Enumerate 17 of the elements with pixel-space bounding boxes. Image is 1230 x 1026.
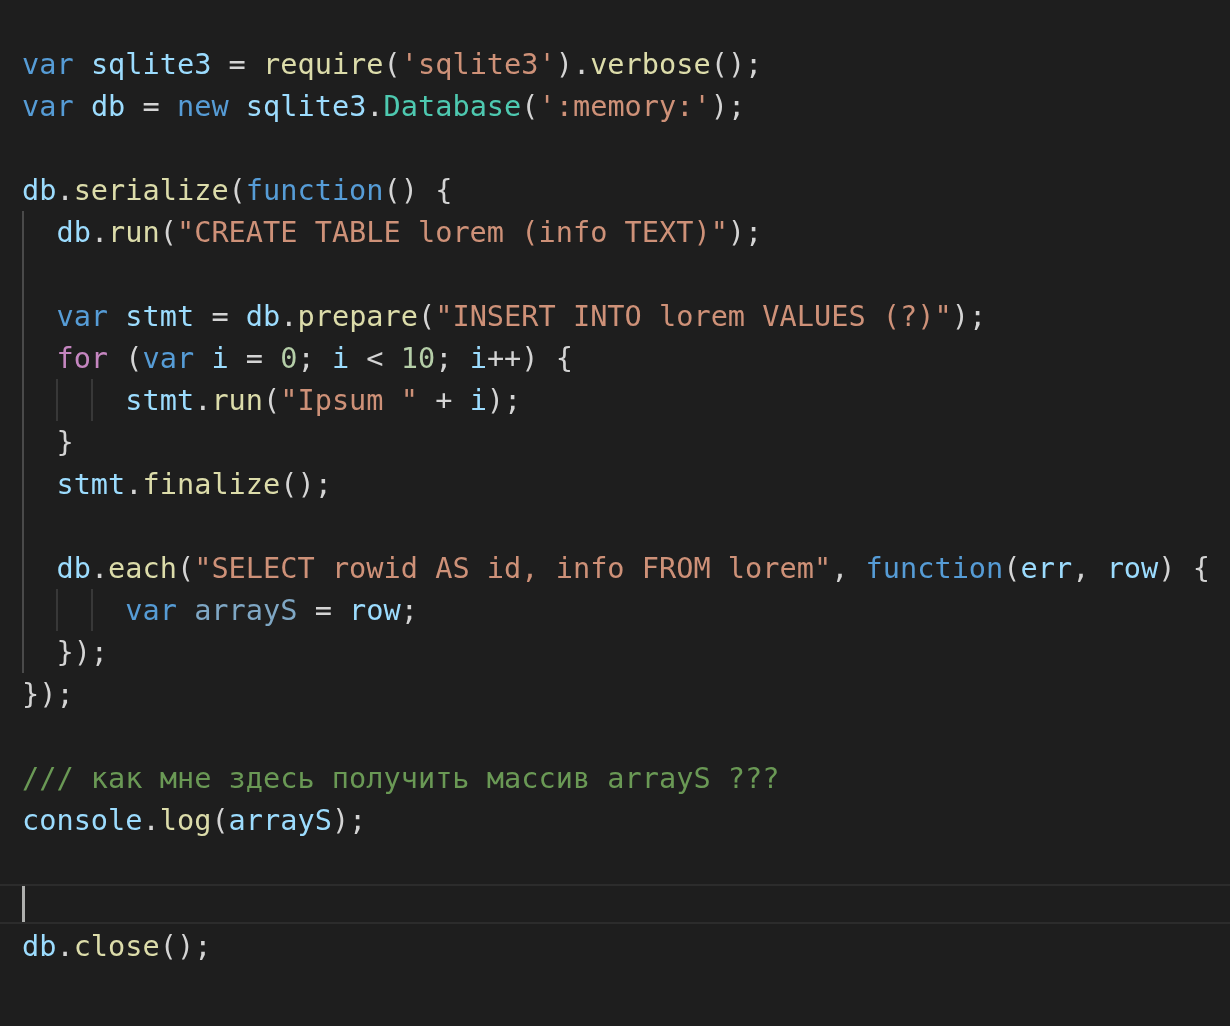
code-line: db.serialize(function() { — [22, 173, 453, 207]
code-line: } — [55, 425, 74, 459]
code-line: db.close(); — [22, 929, 212, 963]
code-line: }); — [55, 635, 109, 669]
code-line: console.log(arrayS); — [22, 803, 367, 837]
code-line: }); — [22, 677, 74, 711]
code-line: var stmt = db.prepare("INSERT INTO lorem VALUES (?)"); — [55, 299, 987, 333]
code-comment: /// как мне здесь получить массив arrayS ??? — [22, 761, 780, 795]
code-line: stmt.run("Ipsum " + i); — [124, 383, 522, 417]
code-line: var sqlite3 = require('sqlite3').verbose(); — [22, 47, 763, 81]
text-cursor — [22, 886, 25, 922]
code-line: var arrayS = row; — [124, 593, 418, 627]
code-line: stmt.finalize(); — [55, 467, 332, 501]
code-line: db.run("CREATE TABLE lorem (info TEXT)"); — [55, 215, 763, 249]
code-line: var db = new sqlite3.Database(':memory:'); — [22, 89, 746, 123]
code-line: db.each("SELECT rowid AS id, info FROM lorem", function(err, row) { — [55, 551, 1210, 585]
code-line: for (var i = 0; i < 10; i++) { — [55, 341, 573, 375]
